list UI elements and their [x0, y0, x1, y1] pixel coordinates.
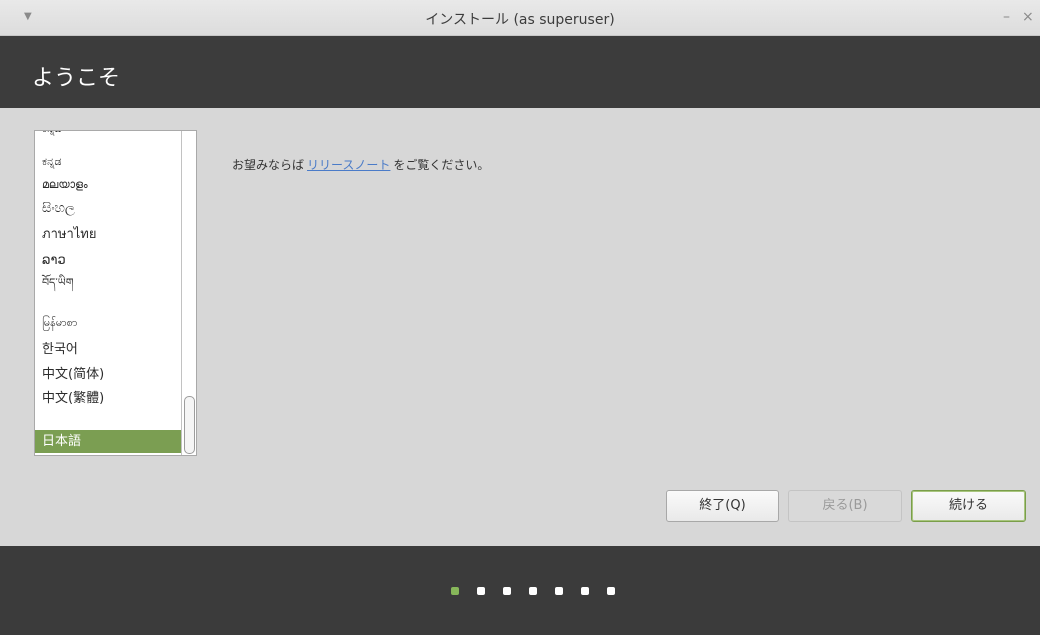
- scrollbar-thumb[interactable]: [184, 396, 195, 454]
- language-item[interactable]: 한국어: [35, 338, 181, 361]
- progress-dot: [503, 587, 511, 595]
- title-bar: ▼ インストール (as superuser) – ×: [0, 0, 1040, 36]
- language-item[interactable]: မြန်မာစာ: [35, 311, 181, 334]
- release-notes-suffix: をご覧ください。: [393, 158, 490, 172]
- window-title: インストール (as superuser): [425, 12, 615, 28]
- language-item[interactable]: ລາວ: [35, 249, 181, 272]
- progress-dot: [607, 587, 615, 595]
- release-notes-prefix: お望みならば: [232, 158, 305, 172]
- language-item[interactable]: 中文(简体): [35, 363, 181, 386]
- language-item[interactable]: 中文(繁體): [35, 387, 181, 410]
- continue-button[interactable]: 続ける: [911, 490, 1026, 522]
- language-item[interactable]: ಕನ್ನಡ: [35, 150, 181, 173]
- release-notes-text: お望みならば リリースノート をご覧ください。: [232, 156, 489, 173]
- page-header: ようこそ: [0, 36, 1040, 108]
- quit-button[interactable]: 終了(Q): [666, 490, 779, 522]
- progress-dot: [529, 587, 537, 595]
- close-icon[interactable]: ×: [1022, 9, 1034, 25]
- progress-dot: [555, 587, 563, 595]
- main-content: ಕನ್ನಡ ಕನ್ನಡ മലയാളം සිංහල ภาษาไทย ລາວ བོད…: [0, 108, 1040, 546]
- release-notes-link[interactable]: リリースノート: [307, 158, 390, 172]
- progress-dot: [477, 587, 485, 595]
- language-list[interactable]: ಕನ್ನಡ ಕನ್ನಡ മലയാളം සිංහල ภาษาไทย ລາວ བོད…: [34, 130, 197, 456]
- language-item-selected[interactable]: 日本語: [35, 430, 181, 453]
- page-title: ようこそ: [32, 66, 121, 91]
- language-item[interactable]: བོད་ཡིག: [35, 271, 181, 294]
- progress-dot-active: [451, 587, 459, 595]
- progress-footer: [0, 546, 1040, 635]
- installer-window: ▼ インストール (as superuser) – × ようこそ ಕನ್ನಡ ಕ…: [0, 0, 1040, 635]
- language-list-scrollbar[interactable]: [181, 131, 196, 455]
- language-item[interactable]: ಕನ್ನಡ: [35, 131, 181, 140]
- language-item[interactable]: ภาษาไทย: [35, 223, 181, 246]
- back-button[interactable]: 戻る(B): [788, 490, 902, 522]
- language-item[interactable]: മലയാളം: [35, 173, 181, 196]
- minimize-icon[interactable]: –: [1003, 9, 1010, 25]
- language-item[interactable]: සිංහල: [35, 197, 181, 220]
- progress-dot: [581, 587, 589, 595]
